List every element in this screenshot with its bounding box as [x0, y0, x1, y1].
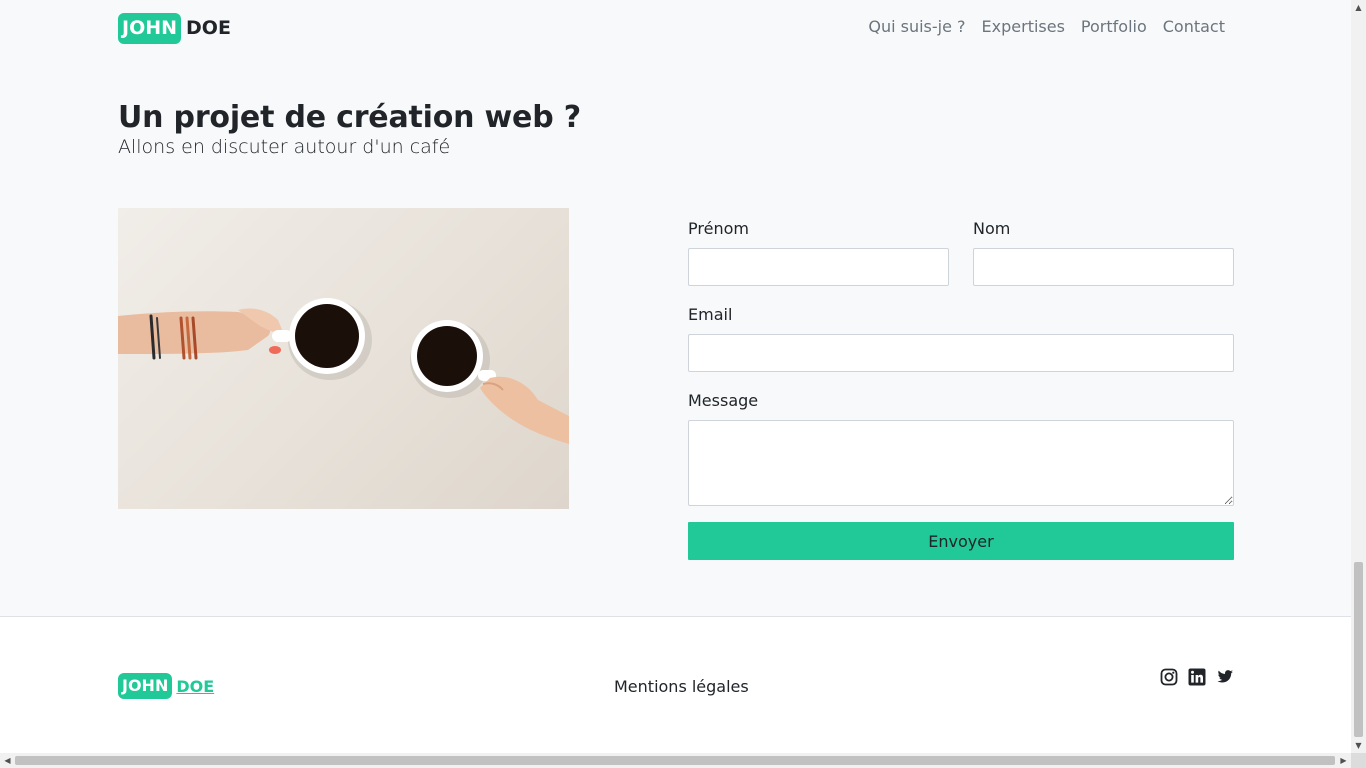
scroll-up-arrow-icon[interactable]: ▲	[1351, 0, 1366, 15]
nav-link-about[interactable]: Qui suis-je ?	[868, 17, 965, 36]
email-label: Email	[688, 305, 733, 324]
nav-link-portfolio[interactable]: Portfolio	[1081, 17, 1147, 36]
brand-logo[interactable]: JOHN DOE	[118, 12, 231, 44]
vertical-scrollbar[interactable]: ▲ ▼	[1351, 0, 1366, 753]
instagram-icon	[1160, 668, 1178, 686]
footer: JOHN DOE Mentions légales	[0, 616, 1351, 753]
footer-brand-box: JOHN	[118, 673, 173, 699]
lastname-label: Nom	[973, 219, 1011, 238]
submit-button[interactable]: Envoyer	[688, 522, 1234, 560]
message-label: Message	[688, 391, 759, 410]
horizontal-scrollbar[interactable]: ◀ ▶	[0, 753, 1366, 768]
nav-link-expertises[interactable]: Expertises	[982, 17, 1065, 36]
twitter-link[interactable]	[1216, 668, 1234, 686]
scroll-down-arrow-icon[interactable]: ▼	[1351, 738, 1366, 753]
coffee-cups-image	[118, 208, 569, 509]
twitter-icon	[1217, 670, 1233, 683]
instagram-link[interactable]	[1160, 668, 1178, 686]
firstname-input[interactable]	[688, 248, 949, 286]
vertical-scroll-thumb[interactable]	[1354, 562, 1363, 737]
message-textarea[interactable]	[688, 420, 1234, 506]
linkedin-link[interactable]	[1188, 668, 1206, 686]
horizontal-scroll-thumb[interactable]	[15, 756, 1335, 765]
navbar: JOHN DOE Qui suis-je ? Expertises Portfo…	[0, 0, 1351, 56]
email-input[interactable]	[688, 334, 1234, 372]
nav-link-contact[interactable]: Contact	[1163, 17, 1225, 36]
lastname-input[interactable]	[973, 248, 1234, 286]
legal-notice-link[interactable]: Mentions légales	[614, 677, 749, 696]
brand-logo-text: DOE	[186, 17, 231, 39]
footer-brand-text: DOE	[176, 676, 215, 696]
brand-logo-box: JOHN	[118, 12, 182, 44]
footer-brand-logo[interactable]: JOHN DOE	[118, 673, 214, 699]
scrollbar-corner	[1351, 753, 1366, 768]
section-title: Un projet de création web ?	[118, 100, 581, 135]
firstname-label: Prénom	[688, 219, 749, 238]
linkedin-icon	[1188, 668, 1206, 686]
scroll-right-arrow-icon[interactable]: ▶	[1336, 753, 1351, 768]
nav-links: Qui suis-je ? Expertises Portfolio Conta…	[868, 17, 1225, 36]
social-links	[1160, 668, 1234, 686]
page: JOHN DOE Qui suis-je ? Expertises Portfo…	[0, 0, 1351, 753]
section-subtitle: Allons en discuter autour d'un café	[118, 136, 451, 158]
scroll-left-arrow-icon[interactable]: ◀	[0, 753, 15, 768]
